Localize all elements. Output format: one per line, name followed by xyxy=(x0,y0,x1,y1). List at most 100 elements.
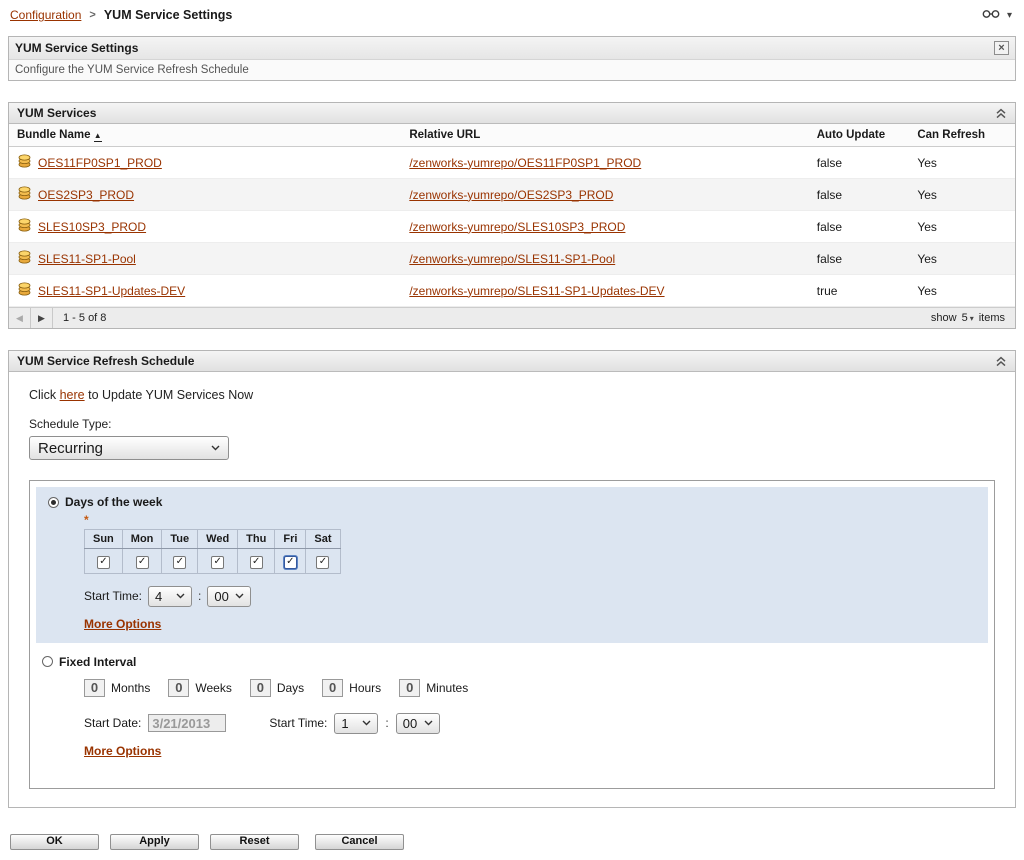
day-checkbox-mon[interactable]: ✓ xyxy=(136,556,149,569)
days-of-week-radio[interactable] xyxy=(48,497,59,508)
bundle-url-link[interactable]: /zenworks-yumrepo/SLES11-SP1-Pool xyxy=(409,252,615,266)
fixed-minute-select[interactable]: 00 xyxy=(396,713,440,734)
start-date-label: Start Date: xyxy=(84,716,141,730)
column-auto-update[interactable]: Auto Update xyxy=(809,124,910,147)
column-bundle-name[interactable]: Bundle Name ▲ xyxy=(9,124,401,147)
auto-update-value: false xyxy=(809,147,910,179)
table-row: OES11FP0SP1_PROD /zenworks-yumrepo/OES11… xyxy=(9,147,1015,179)
bundle-url-link[interactable]: /zenworks-yumrepo/OES2SP3_PROD xyxy=(409,188,613,202)
auto-update-value: false xyxy=(809,211,910,243)
page-subtitle: Configure the YUM Service Refresh Schedu… xyxy=(9,59,1015,80)
minutes-input[interactable]: 0 xyxy=(399,679,420,697)
ok-button[interactable]: OK xyxy=(10,834,99,850)
day-checkbox-sun[interactable]: ✓ xyxy=(97,556,110,569)
settings-panel: YUM Service Settings × Configure the YUM… xyxy=(8,36,1016,81)
glasses-icon[interactable] xyxy=(982,8,1000,22)
day-grid: Sun Mon Tue Wed Thu Fri Sat ✓ ✓ ✓ xyxy=(84,529,341,574)
weeks-input[interactable]: 0 xyxy=(168,679,189,697)
update-now-link[interactable]: here xyxy=(60,388,85,402)
start-hour-select[interactable]: 4 xyxy=(148,586,192,607)
day-header-tue: Tue xyxy=(162,530,198,549)
column-bundle-name-label: Bundle Name xyxy=(17,129,91,141)
required-marker: * xyxy=(84,513,976,527)
hours-input[interactable]: 0 xyxy=(322,679,343,697)
apply-button[interactable]: Apply xyxy=(110,834,199,850)
start-time-label: Start Time: xyxy=(84,589,142,603)
chevron-down-icon xyxy=(235,593,244,599)
bundle-url-link[interactable]: /zenworks-yumrepo/SLES10SP3_PROD xyxy=(409,220,625,234)
fixed-interval-label: Fixed Interval xyxy=(59,655,136,669)
day-header-sun: Sun xyxy=(85,530,123,549)
schedule-type-label: Schedule Type: xyxy=(29,417,995,431)
bundle-link[interactable]: SLES11-SP1-Updates-DEV xyxy=(38,284,185,298)
items-label: items xyxy=(979,312,1005,324)
footer-button-bar: OK Apply Reset Cancel xyxy=(10,834,1024,850)
more-options-link[interactable]: More Options xyxy=(84,744,161,758)
page-size-value: 5 xyxy=(962,312,968,324)
bundle-icon xyxy=(17,218,32,235)
chevron-down-icon xyxy=(176,593,185,599)
day-checkbox-wed[interactable]: ✓ xyxy=(211,556,224,569)
close-icon[interactable]: × xyxy=(994,41,1009,55)
page-size-dropdown[interactable]: 5 ▾ xyxy=(962,312,974,324)
fixed-hour-select[interactable]: 1 xyxy=(334,713,378,734)
start-hour-value: 4 xyxy=(155,589,162,604)
weeks-label: Weeks xyxy=(195,681,231,695)
schedule-options-box: Days of the week * Sun Mon Tue Wed Thu F… xyxy=(29,480,995,789)
fixed-start-time-label: Start Time: xyxy=(269,716,327,730)
update-now-line: Click here to Update YUM Services Now xyxy=(29,388,995,402)
yum-services-table: Bundle Name ▲ Relative URL Auto Update C… xyxy=(9,124,1015,307)
more-options-link[interactable]: More Options xyxy=(84,617,161,631)
collapse-icon[interactable] xyxy=(995,356,1007,367)
auto-update-value: false xyxy=(809,243,910,275)
hours-label: Hours xyxy=(349,681,381,695)
chevron-down-icon[interactable]: ▾ xyxy=(1007,10,1012,21)
start-minute-select[interactable]: 00 xyxy=(207,586,251,607)
days-label: Days xyxy=(277,681,304,695)
bundle-link[interactable]: OES11FP0SP1_PROD xyxy=(38,156,162,170)
update-now-prefix: Click xyxy=(29,388,56,402)
can-refresh-value: Yes xyxy=(909,275,1015,307)
fixed-hour-value: 1 xyxy=(341,716,348,731)
bundle-link[interactable]: SLES10SP3_PROD xyxy=(38,220,146,234)
reset-button[interactable]: Reset xyxy=(210,834,299,850)
page-title: YUM Service Settings xyxy=(15,41,138,55)
can-refresh-value: Yes xyxy=(909,179,1015,211)
refresh-schedule-panel: YUM Service Refresh Schedule Click here … xyxy=(8,350,1016,808)
column-relative-url[interactable]: Relative URL xyxy=(401,124,808,147)
day-header-sat: Sat xyxy=(306,530,340,549)
breadcrumb-configuration-link[interactable]: Configuration xyxy=(10,8,81,22)
page-prev-icon[interactable]: ◀ xyxy=(9,308,31,328)
bundle-link[interactable]: OES2SP3_PROD xyxy=(38,188,134,202)
day-checkbox-sat[interactable]: ✓ xyxy=(316,556,329,569)
day-checkbox-thu[interactable]: ✓ xyxy=(250,556,263,569)
collapse-icon[interactable] xyxy=(995,108,1007,119)
table-row: SLES11-SP1-Updates-DEV /zenworks-yumrepo… xyxy=(9,275,1015,307)
start-date-input[interactable]: 3/21/2013 xyxy=(148,714,226,732)
bundle-icon xyxy=(17,154,32,171)
bundle-url-link[interactable]: /zenworks-yumrepo/SLES11-SP1-Updates-DEV xyxy=(409,284,664,298)
chevron-down-icon xyxy=(362,720,371,726)
page-next-icon[interactable]: ▶ xyxy=(31,308,53,328)
bundle-link[interactable]: SLES11-SP1-Pool xyxy=(38,252,136,266)
time-separator: : xyxy=(385,716,388,730)
day-header-fri: Fri xyxy=(275,530,306,549)
column-can-refresh[interactable]: Can Refresh xyxy=(909,124,1015,147)
bundle-url-link[interactable]: /zenworks-yumrepo/OES11FP0SP1_PROD xyxy=(409,156,641,170)
chevron-down-icon xyxy=(424,720,433,726)
schedule-type-select[interactable]: Recurring xyxy=(29,436,229,460)
months-input[interactable]: 0 xyxy=(84,679,105,697)
day-header-thu: Thu xyxy=(238,530,275,549)
cancel-button[interactable]: Cancel xyxy=(315,834,404,850)
can-refresh-value: Yes xyxy=(909,243,1015,275)
breadcrumb-separator: > xyxy=(89,9,95,21)
table-pagination: ◀ ▶ 1 - 5 of 8 show 5 ▾ items xyxy=(9,307,1015,328)
can-refresh-value: Yes xyxy=(909,147,1015,179)
sort-asc-icon[interactable]: ▲ xyxy=(94,131,102,142)
day-checkbox-fri[interactable]: ✓ xyxy=(284,556,297,569)
fixed-interval-radio[interactable] xyxy=(42,656,53,667)
day-header-mon: Mon xyxy=(122,530,162,549)
show-label: show xyxy=(931,312,957,324)
days-input[interactable]: 0 xyxy=(250,679,271,697)
day-checkbox-tue[interactable]: ✓ xyxy=(173,556,186,569)
